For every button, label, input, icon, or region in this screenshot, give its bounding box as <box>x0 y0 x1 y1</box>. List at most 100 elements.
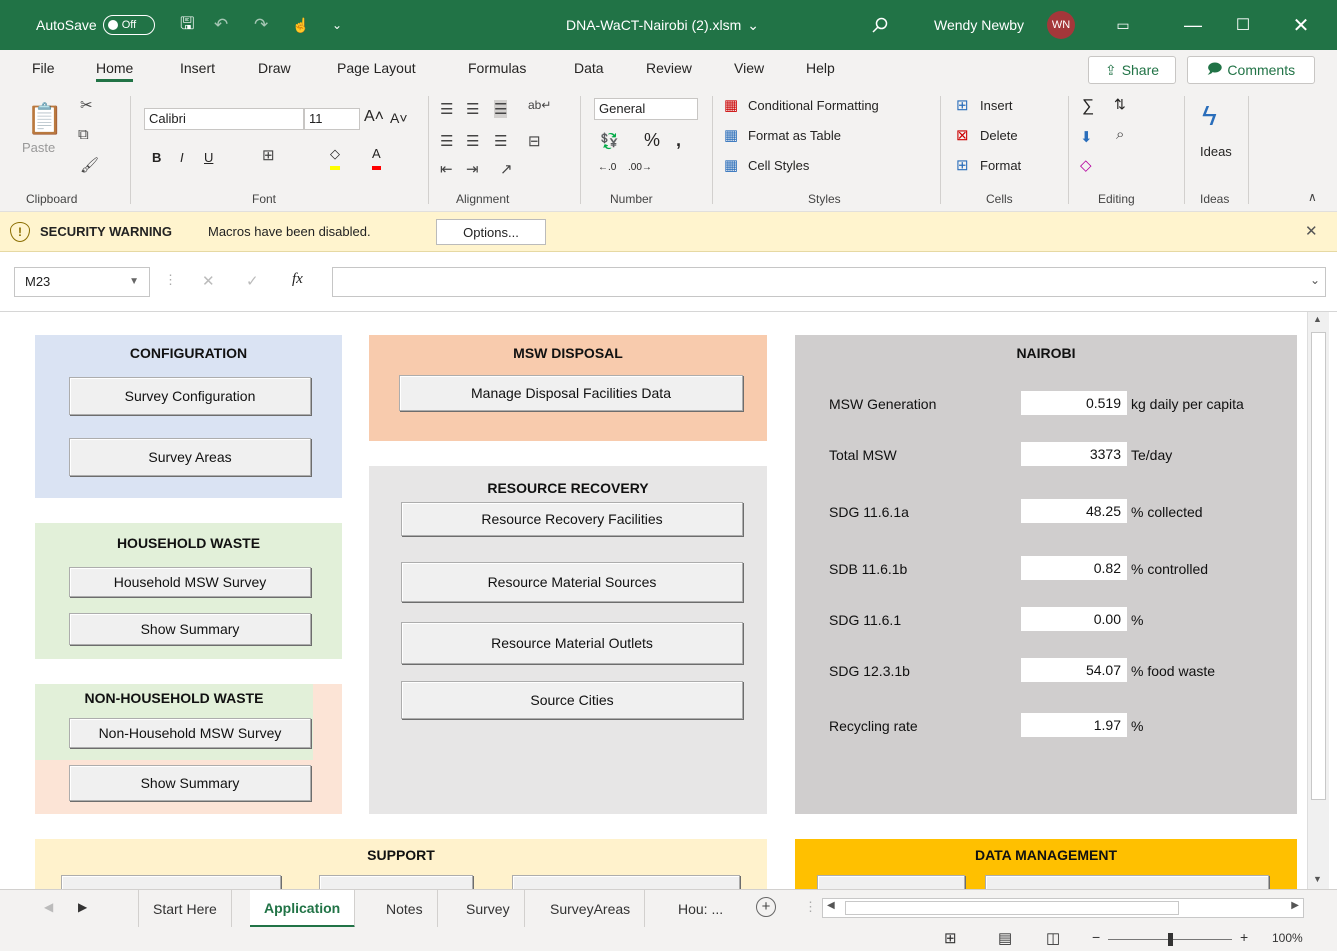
data-management-button-1[interactable] <box>817 875 965 889</box>
cell-styles-button[interactable]: Cell Styles <box>748 158 809 173</box>
resource-material-sources-button[interactable]: Resource Material Sources <box>401 562 743 602</box>
insert-cells-button[interactable]: Insert <box>980 98 1013 113</box>
scroll-down-icon[interactable]: ▼ <box>1313 874 1322 884</box>
tabs-split-icon[interactable]: ⋮ <box>804 899 817 915</box>
search-icon[interactable] <box>872 0 888 50</box>
increase-decimal-icon[interactable]: ←.0 <box>598 162 616 173</box>
conditional-formatting-button[interactable]: Conditional Formatting <box>748 98 879 113</box>
tab-file[interactable]: File <box>32 60 55 76</box>
sheet-tab-application[interactable]: Application <box>250 890 356 928</box>
close-warning-icon[interactable]: ✕ <box>1305 222 1318 240</box>
paste-icon[interactable]: 📋 <box>26 102 63 137</box>
underline-icon[interactable]: U <box>204 150 213 165</box>
increase-indent-icon[interactable]: ⇥ <box>466 160 479 178</box>
accounting-format-icon[interactable]: 💱 <box>600 132 619 150</box>
touch-mode-icon[interactable]: ☝ <box>292 0 309 50</box>
normal-view-icon[interactable]: ⊞ <box>944 929 957 947</box>
collapse-ribbon-icon[interactable]: ∧ <box>1308 190 1317 204</box>
support-button-1[interactable] <box>61 875 281 889</box>
decrease-indent-icon[interactable]: ⇤ <box>440 160 453 178</box>
merge-center-icon[interactable]: ⊟ <box>528 132 541 150</box>
name-box[interactable]: M23 ▼ <box>14 267 150 297</box>
customize-qat-icon[interactable]: ⌄ <box>332 0 342 50</box>
tab-data[interactable]: Data <box>574 60 604 76</box>
sheet-tab-surveyareas[interactable]: SurveyAreas <box>536 890 646 928</box>
vertical-scrollbar[interactable]: ▲ ▼ <box>1307 312 1329 889</box>
fill-color-icon[interactable]: ◇ <box>330 146 340 170</box>
clear-icon[interactable]: ◇ <box>1080 156 1092 174</box>
tab-home[interactable]: Home <box>96 60 134 82</box>
autosave[interactable]: AutoSave Off <box>36 0 155 50</box>
grow-font-icon[interactable]: A˄ <box>364 108 384 126</box>
options-button[interactable]: Options... <box>436 219 546 245</box>
align-center-icon[interactable]: ☰ <box>466 132 479 150</box>
non-household-show-summary-button[interactable]: Show Summary <box>69 765 311 801</box>
font-size-box[interactable]: 11 <box>304 108 360 130</box>
autosum-icon[interactable]: ∑ <box>1082 96 1094 116</box>
close-icon[interactable]: ✕ <box>1278 0 1324 50</box>
household-msw-survey-button[interactable]: Household MSW Survey <box>69 567 311 597</box>
paste-label[interactable]: Paste <box>22 140 55 155</box>
orientation-icon[interactable]: ↗ <box>500 160 513 178</box>
worksheet[interactable]: CONFIGURATION Survey Configuration Surve… <box>10 312 1307 889</box>
borders-icon[interactable]: ⊞ <box>262 146 275 164</box>
page-break-view-icon[interactable]: ◫ <box>1046 929 1060 947</box>
horizontal-scrollbar[interactable]: ◀ ▶ <box>822 898 1304 918</box>
redo-icon[interactable]: ↷ <box>254 0 268 50</box>
user-name[interactable]: Wendy Newby <box>934 0 1024 50</box>
comments-button[interactable]: 🗩 Comments <box>1187 56 1315 84</box>
undo-icon[interactable]: ↶ <box>214 0 228 50</box>
sort-filter-icon[interactable]: ⇅ <box>1114 96 1126 113</box>
zoom-level[interactable]: 100% <box>1272 931 1303 945</box>
zoom-in-icon[interactable]: + <box>1240 929 1248 945</box>
tab-view[interactable]: View <box>734 60 764 76</box>
insert-function-icon[interactable]: fx <box>292 271 303 288</box>
sheet-tab-survey[interactable]: Survey <box>452 890 525 928</box>
tab-insert[interactable]: Insert <box>180 60 215 76</box>
zoom-out-icon[interactable]: − <box>1092 929 1100 945</box>
sheet-tab-notes[interactable]: Notes <box>372 890 438 928</box>
horizontal-scroll-thumb[interactable] <box>845 901 1179 915</box>
italic-icon[interactable]: I <box>180 150 184 165</box>
share-button[interactable]: ⇪ Share <box>1088 56 1176 84</box>
confirm-entry-icon[interactable]: ✓ <box>246 272 259 290</box>
ribbon-display-icon[interactable]: ▭ <box>1100 0 1146 50</box>
data-management-button-2[interactable] <box>985 875 1269 889</box>
source-cities-button[interactable]: Source Cities <box>401 681 743 719</box>
decrease-decimal-icon[interactable]: .00→ <box>628 162 652 173</box>
manage-disposal-facilities-button[interactable]: Manage Disposal Facilities Data <box>399 375 743 411</box>
add-sheet-icon[interactable]: + <box>756 897 776 917</box>
bold-icon[interactable]: B <box>152 150 161 165</box>
resource-recovery-facilities-button[interactable]: Resource Recovery Facilities <box>401 502 743 536</box>
zoom-slider-thumb[interactable] <box>1168 933 1173 946</box>
scroll-left-icon[interactable]: ◀ <box>827 900 835 911</box>
format-as-table-button[interactable]: Format as Table <box>748 128 841 143</box>
household-show-summary-button[interactable]: Show Summary <box>69 613 311 645</box>
align-right-icon[interactable]: ☰ <box>494 132 507 150</box>
tab-draw[interactable]: Draw <box>258 60 291 76</box>
cancel-entry-icon[interactable]: ✕ <box>202 272 215 290</box>
tab-help[interactable]: Help <box>806 60 835 76</box>
non-household-msw-survey-button[interactable]: Non-Household MSW Survey <box>69 718 311 748</box>
resource-material-outlets-button[interactable]: Resource Material Outlets <box>401 622 743 664</box>
number-format-box[interactable]: General <box>594 98 698 120</box>
avatar[interactable]: WN <box>1047 0 1075 50</box>
minimize-icon[interactable]: — <box>1170 0 1216 50</box>
scroll-up-icon[interactable]: ▲ <box>1313 314 1322 324</box>
support-button-2[interactable] <box>319 875 473 889</box>
comma-style-icon[interactable]: , <box>676 130 681 151</box>
font-name-box[interactable]: Calibri <box>144 108 304 130</box>
save-icon[interactable]: 🖫 <box>180 0 194 50</box>
next-sheet-icon[interactable]: ▶ <box>78 900 87 914</box>
percent-icon[interactable]: % <box>644 130 660 151</box>
formula-input[interactable] <box>332 267 1326 297</box>
copy-icon[interactable]: ⧉ <box>78 126 89 143</box>
align-top-icon[interactable]: ☰ <box>440 100 453 118</box>
align-left-icon[interactable]: ☰ <box>440 132 453 150</box>
wrap-text-icon[interactable]: ab↵ <box>528 98 551 112</box>
align-bottom-icon[interactable]: ☰ <box>494 100 508 118</box>
autosave-toggle[interactable]: Off <box>102 15 155 35</box>
survey-configuration-button[interactable]: Survey Configuration <box>69 377 311 415</box>
cut-icon[interactable]: ✂ <box>80 96 93 114</box>
sheet-tab-hou[interactable]: Hou: ... <box>664 890 737 928</box>
